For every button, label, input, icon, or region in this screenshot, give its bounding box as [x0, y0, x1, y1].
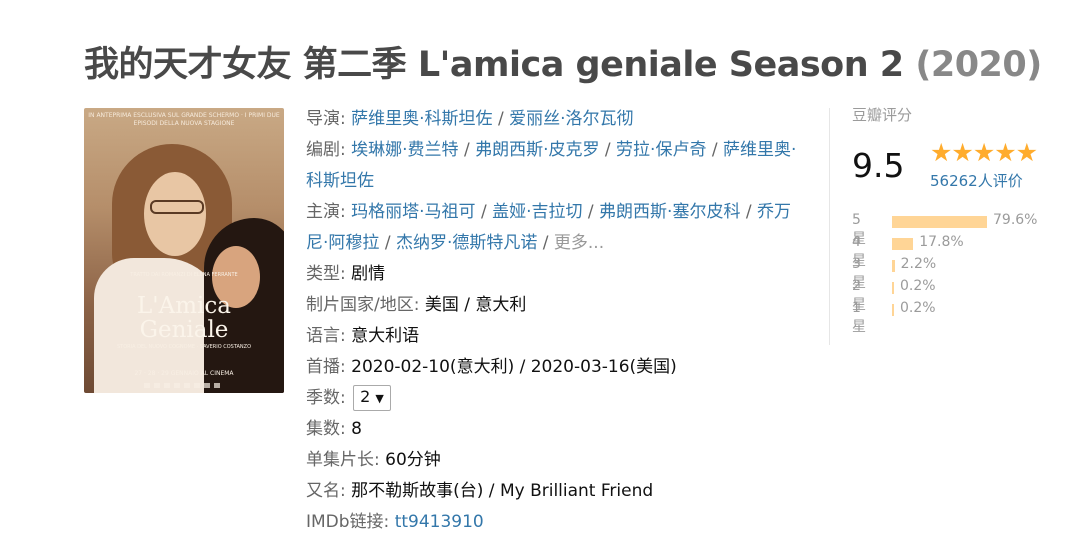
rating-bar-fill: [892, 282, 894, 294]
poster-title-line1: L'Amica: [137, 293, 231, 319]
cast-link[interactable]: 弗朗西斯·塞尔皮科: [599, 202, 740, 222]
genre-row: 类型: 剧情: [306, 259, 806, 290]
poster-top-text: IN ANTEPRIMA ESCLUSIVA SUL GRANDE SCHERM…: [88, 112, 280, 127]
colon: :: [340, 109, 346, 129]
runtime-row: 单集片长: 60分钟: [306, 445, 806, 476]
title-main: 我的天才女友 第二季 L'amica geniale Season 2: [84, 45, 904, 85]
info-panel: 导演: 萨维里奥·科斯坦佐 / 爱丽丝·洛尔瓦彻 编剧: 埃琳娜·费兰特 / 弗…: [306, 104, 806, 538]
poster-dates: 27 · 28 · 29 GENNAIO AL CINEMA: [134, 370, 234, 377]
rating-bar-percent: 2.2%: [900, 256, 937, 272]
separator: /: [745, 202, 752, 222]
runtime-label: 单集片长:: [306, 450, 380, 470]
imdb-link[interactable]: tt9413910: [395, 512, 484, 532]
rating-bar-percent: 0.2%: [900, 300, 936, 316]
language-value: 意大利语: [351, 326, 420, 346]
separator: /: [384, 233, 391, 253]
premiere-value: 2020-02-10(意大利) / 2020-03-16(美国): [351, 357, 677, 377]
writer-link[interactable]: 劳拉·保卢奇: [616, 140, 706, 160]
colon: :: [340, 140, 346, 160]
separator: /: [542, 233, 549, 253]
director-label: 导演: [306, 109, 340, 129]
poster-title-line2: Geniale: [139, 317, 229, 343]
rating-bar-percent: 17.8%: [919, 234, 964, 250]
writer-link[interactable]: 埃琳娜·费兰特: [351, 140, 458, 160]
season-value: 2: [360, 387, 371, 406]
separator: /: [587, 202, 594, 222]
cast-more-link[interactable]: 更多...: [554, 233, 604, 253]
country-label: 制片国家/地区:: [306, 295, 420, 315]
title-year: (2020): [915, 45, 1042, 85]
director-link[interactable]: 萨维里奥·科斯坦佐: [351, 109, 492, 129]
imdb-row: IMDb链接: tt9413910: [306, 507, 806, 538]
runtime-value: 60分钟: [385, 450, 441, 470]
aka-value: 那不勒斯故事(台) / My Brilliant Friend: [351, 481, 654, 501]
poster-subtitle: STORIA DEL NUOVO COGNOME · SAVERIO COSTA…: [116, 344, 252, 350]
separator: /: [463, 140, 470, 160]
language-row: 语言: 意大利语: [306, 321, 806, 352]
rating-bar-fill: [892, 260, 895, 272]
separator: /: [711, 140, 718, 160]
colon: :: [340, 202, 346, 222]
page-title: 我的天才女友 第二季 L'amica geniale Season 2 (202…: [84, 36, 1042, 87]
rating-bar-percent: 0.2%: [900, 278, 936, 294]
rating-panel: 豆瓣评分 9.5 ★★★★★ 56262人评价 5星 79.6% 4星 17.8…: [852, 104, 1052, 335]
season-label: 季数:: [306, 388, 346, 408]
director-link[interactable]: 爱丽丝·洛尔瓦彻: [509, 109, 633, 129]
writer-label: 编剧: [306, 140, 340, 160]
dropdown-arrow-icon: ▼: [375, 392, 384, 405]
aka-row: 又名: 那不勒斯故事(台) / My Brilliant Friend: [306, 476, 806, 507]
poster-logos: [144, 383, 224, 388]
episodes-row: 集数: 8: [306, 414, 806, 445]
rating-bar-fill: [892, 238, 914, 250]
country-value: 美国 / 意大利: [424, 295, 527, 315]
cast-label: 主演: [306, 202, 340, 222]
cast-row: 主演: 玛格丽塔·马祖可 / 盖娅·吉拉切 / 弗朗西斯·塞尔皮科 / 乔万尼·…: [306, 197, 806, 259]
rating-label: 豆瓣评分: [852, 106, 913, 124]
writer-row: 编剧: 埃琳娜·费兰特 / 弗朗西斯·皮克罗 / 劳拉·保卢奇 / 萨维里奥·科…: [306, 135, 806, 197]
cast-link[interactable]: 玛格丽塔·马祖可: [351, 202, 475, 222]
separator: /: [497, 109, 504, 129]
rating-bar-fill: [892, 304, 894, 316]
premiere-row: 首播: 2020-02-10(意大利) / 2020-03-16(美国): [306, 352, 806, 383]
aka-label: 又名:: [306, 481, 346, 501]
language-label: 语言:: [306, 326, 346, 346]
writer-link[interactable]: 弗朗西斯·皮克罗: [475, 140, 599, 160]
poster-glasses: [150, 200, 204, 214]
poster-title: L'Amica Geniale: [84, 294, 284, 342]
rating-bar-percent: 79.6%: [993, 212, 1038, 228]
rating-bar-label: 1星: [852, 300, 866, 335]
season-select[interactable]: 2 ▼: [353, 385, 391, 411]
episodes-label: 集数:: [306, 419, 346, 439]
separator: /: [604, 140, 611, 160]
country-row: 制片国家/地区: 美国 / 意大利: [306, 290, 806, 321]
cast-link[interactable]: 杰纳罗·德斯特凡诺: [396, 233, 537, 253]
genre-value: 剧情: [351, 264, 386, 284]
premiere-label: 首播:: [306, 357, 346, 377]
rating-bar-fill: [892, 216, 987, 228]
director-row: 导演: 萨维里奥·科斯坦佐 / 爱丽丝·洛尔瓦彻: [306, 104, 806, 135]
genre-label: 类型:: [306, 264, 346, 284]
rating-count-link[interactable]: 56262人评价: [930, 170, 1023, 191]
poster-author-text: TRATTO DAI ROMANZI DI ELENA FERRANTE: [130, 272, 238, 278]
star-rating-icon: ★★★★★: [930, 138, 1038, 167]
poster-figure-face: [144, 172, 206, 256]
poster-image[interactable]: IN ANTEPRIMA ESCLUSIVA SUL GRANDE SCHERM…: [84, 108, 284, 393]
rating-score: 9.5: [852, 146, 905, 185]
divider: [829, 108, 830, 345]
season-row: 季数: 2 ▼: [306, 383, 806, 414]
imdb-label: IMDb链接:: [306, 512, 390, 532]
separator: /: [480, 202, 487, 222]
cast-link[interactable]: 盖娅·吉拉切: [492, 202, 582, 222]
episodes-value: 8: [351, 419, 362, 439]
